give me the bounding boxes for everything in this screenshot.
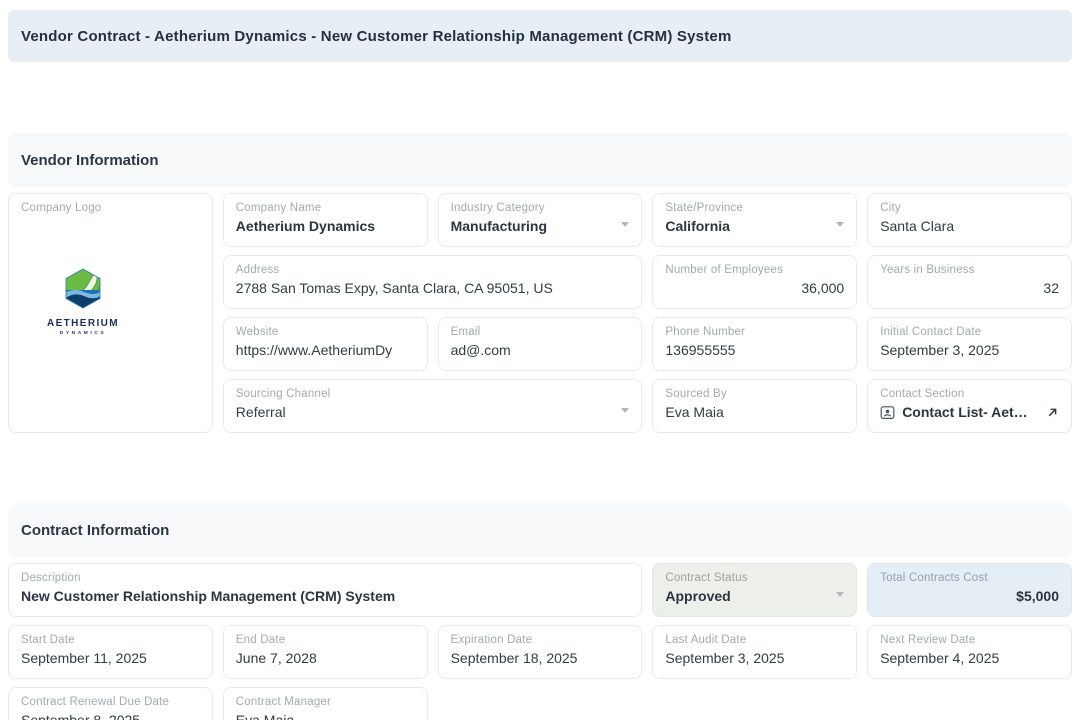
field-label: Expiration Date xyxy=(451,634,630,646)
address-field[interactable]: Address 2788 San Tomas Expy, Santa Clara… xyxy=(223,255,643,309)
initial-contact-date-value: September 3, 2025 xyxy=(880,342,1059,358)
sourced-by-value: Eva Maia xyxy=(665,404,844,420)
field-label: Sourced By xyxy=(665,388,844,400)
total-contracts-cost-value: $5,000 xyxy=(880,588,1059,604)
total-contracts-cost-field: Total Contracts Cost $5,000 xyxy=(867,563,1072,617)
field-label: Initial Contact Date xyxy=(880,326,1059,338)
expiration-date-value: September 18, 2025 xyxy=(451,650,630,666)
last-audit-date-field[interactable]: Last Audit Date September 3, 2025 xyxy=(652,625,857,679)
description-value: New Customer Relationship Management (CR… xyxy=(21,588,629,604)
next-review-date-field[interactable]: Next Review Date September 4, 2025 xyxy=(867,625,1072,679)
state-province-select[interactable]: State/Province California xyxy=(652,193,857,247)
contract-renewal-due-date-value: September 8, 2025 xyxy=(21,712,200,720)
contact-section-field[interactable]: Contact Section Contact List- Aet… xyxy=(867,379,1072,433)
logo-wordmark: AETHERIUM xyxy=(35,318,131,329)
chevron-down-icon xyxy=(621,408,629,413)
email-value: ad@.com xyxy=(451,342,630,358)
field-label: Contract Status xyxy=(665,572,844,584)
vendor-section-title: Vendor Information xyxy=(21,152,159,169)
field-label: Last Audit Date xyxy=(665,634,844,646)
field-label: City xyxy=(880,202,1059,214)
field-label: Email xyxy=(451,326,630,338)
end-date-value: June 7, 2028 xyxy=(236,650,415,666)
industry-category-value: Manufacturing xyxy=(451,218,630,234)
number-of-employees-field[interactable]: Number of Employees 36,000 xyxy=(652,255,857,309)
description-field[interactable]: Description New Customer Relationship Ma… xyxy=(8,563,642,617)
page-header: Vendor Contract - Aetherium Dynamics - N… xyxy=(8,10,1072,62)
contact-section-link[interactable]: Contact List- Aet… xyxy=(902,404,1039,420)
field-label: Website xyxy=(236,326,415,338)
start-date-field[interactable]: Start Date September 11, 2025 xyxy=(8,625,213,679)
field-label: Contract Renewal Due Date xyxy=(21,696,200,708)
contract-status-select[interactable]: Contract Status Approved xyxy=(652,563,857,617)
start-date-value: September 11, 2025 xyxy=(21,650,200,666)
phone-number-value: 136955555 xyxy=(665,342,844,358)
contract-renewal-due-date-field[interactable]: Contract Renewal Due Date September 8, 2… xyxy=(8,687,213,720)
field-label: Description xyxy=(21,572,629,584)
last-audit-date-value: September 3, 2025 xyxy=(665,650,844,666)
field-label: Address xyxy=(236,264,630,276)
years-in-business-field[interactable]: Years in Business 32 xyxy=(867,255,1072,309)
initial-contact-date-field[interactable]: Initial Contact Date September 3, 2025 xyxy=(867,317,1072,371)
field-label: Company Name xyxy=(236,202,415,214)
contract-fields-grid: Description New Customer Relationship Ma… xyxy=(8,563,1072,720)
end-date-field[interactable]: End Date June 7, 2028 xyxy=(223,625,428,679)
field-label: Company Logo xyxy=(21,202,200,214)
contract-section-title: Contract Information xyxy=(21,522,169,539)
chevron-down-icon xyxy=(836,592,844,597)
city-field[interactable]: City Santa Clara xyxy=(867,193,1072,247)
industry-category-select[interactable]: Industry Category Manufacturing xyxy=(438,193,643,247)
field-label: Number of Employees xyxy=(665,264,844,276)
next-review-date-value: September 4, 2025 xyxy=(880,650,1059,666)
field-label: End Date xyxy=(236,634,415,646)
years-in-business-value: 32 xyxy=(880,280,1059,296)
sourcing-channel-value: Referral xyxy=(236,404,630,420)
logo-tagline: DYNAMICS xyxy=(35,331,131,336)
sourced-by-field[interactable]: Sourced By Eva Maia xyxy=(652,379,857,433)
company-logo-image: AETHERIUM DYNAMICS xyxy=(35,268,131,336)
contract-manager-field[interactable]: Contract Manager Eva Maia xyxy=(223,687,428,720)
aetherium-logo-icon xyxy=(50,268,116,310)
chevron-down-icon xyxy=(621,222,629,227)
field-label: State/Province xyxy=(665,202,844,214)
contract-status-value: Approved xyxy=(665,588,844,604)
phone-number-field[interactable]: Phone Number 136955555 xyxy=(652,317,857,371)
city-value: Santa Clara xyxy=(880,218,1059,234)
sourcing-channel-select[interactable]: Sourcing Channel Referral xyxy=(223,379,643,433)
state-province-value: California xyxy=(665,218,844,234)
field-label: Total Contracts Cost xyxy=(880,572,1059,584)
website-value: https://www.AetheriumDy xyxy=(236,342,415,358)
open-record-icon[interactable] xyxy=(1046,406,1059,419)
field-label: Contact Section xyxy=(880,388,1059,400)
company-name-value: Aetherium Dynamics xyxy=(236,218,415,234)
contract-information-section-header: Contract Information xyxy=(8,503,1072,557)
number-of-employees-value: 36,000 xyxy=(665,280,844,296)
website-field[interactable]: Website https://www.AetheriumDy xyxy=(223,317,428,371)
vendor-fields-grid: Company Logo AETHERIUM xyxy=(8,193,1072,433)
contract-manager-value: Eva Maia xyxy=(236,712,415,720)
expiration-date-field[interactable]: Expiration Date September 18, 2025 xyxy=(438,625,643,679)
address-value: 2788 San Tomas Expy, Santa Clara, CA 950… xyxy=(236,280,630,296)
field-label: Start Date xyxy=(21,634,200,646)
field-label: Next Review Date xyxy=(880,634,1059,646)
field-label: Years in Business xyxy=(880,264,1059,276)
contact-card-icon xyxy=(880,405,895,420)
page-title: Vendor Contract - Aetherium Dynamics - N… xyxy=(21,28,732,45)
company-name-field[interactable]: Company Name Aetherium Dynamics xyxy=(223,193,428,247)
field-label: Contract Manager xyxy=(236,696,415,708)
field-label: Industry Category xyxy=(451,202,630,214)
company-logo-field[interactable]: Company Logo AETHERIUM xyxy=(8,193,213,433)
chevron-down-icon xyxy=(836,222,844,227)
field-label: Sourcing Channel xyxy=(236,388,630,400)
field-label: Phone Number xyxy=(665,326,844,338)
email-field[interactable]: Email ad@.com xyxy=(438,317,643,371)
vendor-information-section-header: Vendor Information xyxy=(8,133,1072,187)
